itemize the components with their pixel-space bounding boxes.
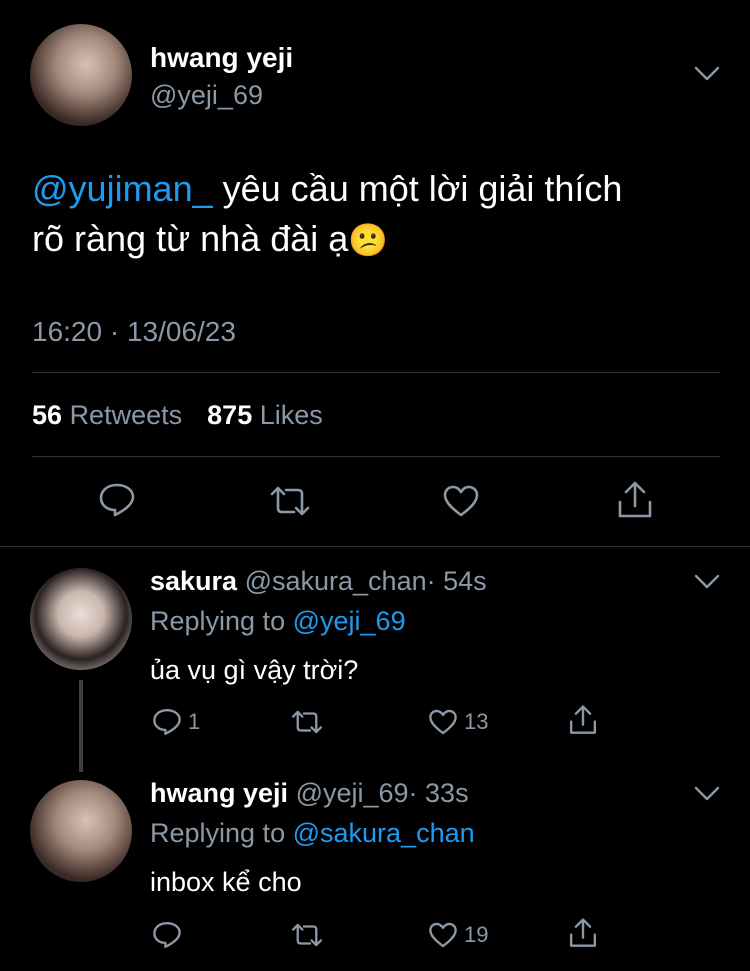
engagement-stats: 56 Retweets 875 Likes: [32, 400, 323, 431]
divider: [32, 372, 720, 373]
reply-icon[interactable]: [152, 920, 188, 950]
confused-face-emoji: 😕: [348, 222, 389, 258]
likes-count[interactable]: 875 Likes: [207, 400, 323, 430]
replying-to: Replying to @yeji_69: [150, 606, 406, 636]
replying-to-link[interactable]: @yeji_69: [293, 606, 406, 636]
divider: [0, 546, 750, 547]
reply-author-handle[interactable]: @yeji_69: [296, 778, 409, 808]
reply-time[interactable]: · 33s: [409, 778, 469, 808]
tweet-text: @yujiman_ yêu cầu một lời giải thích rõ …: [32, 164, 722, 265]
chevron-down-icon[interactable]: [694, 786, 722, 804]
share-icon[interactable]: [568, 704, 598, 736]
author-handle[interactable]: @yeji_69: [150, 80, 263, 111]
reply-author-name[interactable]: sakura: [150, 566, 237, 596]
reply-avatar[interactable]: [30, 568, 132, 670]
author-avatar[interactable]: [30, 24, 132, 126]
chevron-down-icon[interactable]: [694, 574, 722, 592]
reply-header: sakura @sakura_chan· 54s: [150, 566, 487, 597]
like-count: 19: [464, 922, 489, 947]
share-icon[interactable]: [616, 480, 654, 520]
reply-author-name[interactable]: hwang yeji: [150, 778, 288, 808]
reply-text: inbox kể cho: [150, 867, 302, 897]
replying-to-link[interactable]: @sakura_chan: [293, 818, 475, 848]
chevron-down-icon[interactable]: [694, 66, 722, 84]
reply-avatar[interactable]: [30, 780, 132, 882]
reply-icon[interactable]: 1: [152, 707, 200, 737]
retweet-icon[interactable]: [290, 921, 330, 949]
mention-link[interactable]: @yujiman_: [32, 168, 213, 209]
tweet-timestamp[interactable]: 16:20 · 13/06/23: [32, 316, 236, 348]
reply-header: hwang yeji @yeji_69· 33s: [150, 778, 469, 809]
like-count: 13: [464, 709, 489, 734]
retweet-icon[interactable]: [268, 484, 312, 518]
reply-icon[interactable]: [98, 482, 136, 518]
heart-icon[interactable]: 19: [428, 921, 488, 949]
divider: [32, 456, 720, 457]
thread-line: [79, 680, 83, 772]
heart-icon[interactable]: [442, 484, 480, 518]
reply-time[interactable]: · 54s: [427, 566, 487, 596]
reply-count: 1: [188, 709, 201, 734]
replying-to: Replying to @sakura_chan: [150, 818, 475, 848]
reply-author-handle[interactable]: @sakura_chan: [245, 566, 427, 596]
tweet-text-line1: yêu cầu một lời giải thích: [212, 168, 623, 209]
tweet-text-line2: rõ ràng từ nhà đài ạ: [32, 218, 349, 259]
retweet-icon[interactable]: [290, 708, 330, 736]
reply-text: ủa vụ gì vậy trời?: [150, 655, 359, 685]
heart-icon[interactable]: 13: [428, 708, 488, 736]
author-name[interactable]: hwang yeji: [150, 42, 293, 74]
retweets-count[interactable]: 56 Retweets: [32, 400, 182, 430]
share-icon[interactable]: [568, 917, 598, 949]
